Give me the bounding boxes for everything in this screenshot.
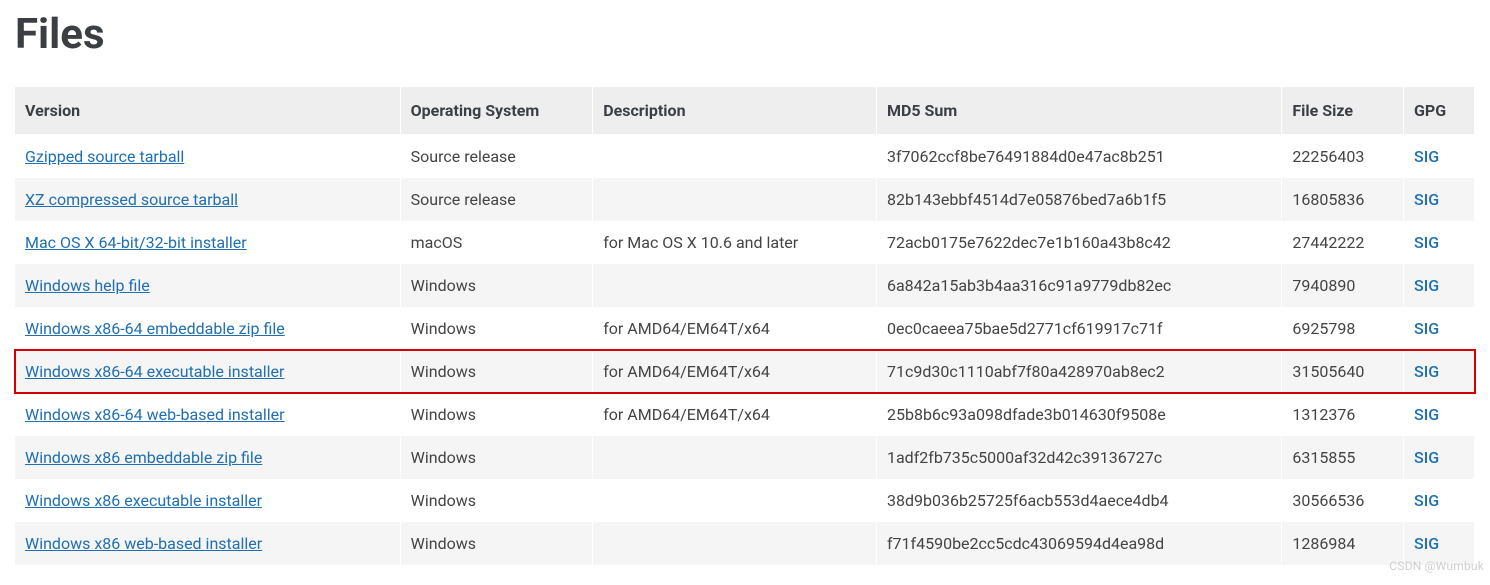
md5-cell: 71c9d30c1110abf7f80a428970ab8ec2 — [876, 350, 1281, 393]
sig-link[interactable]: SIG — [1414, 276, 1439, 295]
md5-cell: 38d9b036b25725f6acb553d4aece4db4 — [876, 479, 1281, 522]
table-row: Gzipped source tarball Source release 3f70… — [15, 135, 1475, 179]
filesize-cell: 16805836 — [1282, 178, 1404, 221]
description-cell: for AMD64/EM64T/x64 — [593, 393, 877, 436]
version-link[interactable]: Windows x86-64 executable installer — [25, 362, 284, 381]
table-row: Windows x86-64 web-based installer Window… — [15, 393, 1475, 436]
description-cell: for Mac OS X 10.6 and later — [593, 221, 877, 264]
filesize-cell: 1286984 — [1282, 522, 1404, 565]
col-header-size: File Size — [1282, 87, 1404, 135]
table-row: Windows x86-64 executable installer Windo… — [15, 350, 1475, 393]
description-cell — [593, 135, 877, 179]
filesize-cell: 7940890 — [1282, 264, 1404, 307]
col-header-gpg: GPG — [1404, 87, 1475, 135]
version-link[interactable]: Windows x86 web-based installer — [25, 534, 262, 553]
description-cell — [593, 479, 877, 522]
table-row: Windows x86 executable installer Windows 3… — [15, 479, 1475, 522]
description-cell — [593, 264, 877, 307]
os-cell: Windows — [400, 350, 593, 393]
os-cell: macOS — [400, 221, 593, 264]
watermark: CSDN @Wumbuk — [1389, 559, 1484, 573]
md5-cell: 1adf2fb735c5000af32d42c39136727c — [876, 436, 1281, 479]
os-cell: Windows — [400, 522, 593, 565]
col-header-os: Operating System — [400, 87, 593, 135]
version-link[interactable]: XZ compressed source tarball — [25, 190, 238, 209]
version-link[interactable]: Windows help file — [25, 276, 150, 295]
version-link[interactable]: Gzipped source tarball — [25, 147, 184, 166]
col-header-version: Version — [15, 87, 400, 135]
sig-link[interactable]: SIG — [1414, 233, 1439, 252]
version-link[interactable]: Mac OS X 64-bit/32-bit installer — [25, 233, 247, 252]
page-title: Files — [15, 10, 1475, 59]
sig-link[interactable]: SIG — [1414, 448, 1439, 467]
table-row: Windows x86 web-based installer Windows f7… — [15, 522, 1475, 565]
md5-cell: 25b8b6c93a098dfade3b014630f9508e — [876, 393, 1281, 436]
table-row: XZ compressed source tarball Source relea… — [15, 178, 1475, 221]
md5-cell: 6a842a15ab3b4aa316c91a9779db82ec — [876, 264, 1281, 307]
table-row: Mac OS X 64-bit/32-bit installer macOSfor… — [15, 221, 1475, 264]
filesize-cell: 22256403 — [1282, 135, 1404, 179]
table-row: Windows x86-64 embeddable zip file Window… — [15, 307, 1475, 350]
sig-link[interactable]: SIG — [1414, 534, 1439, 553]
os-cell: Windows — [400, 393, 593, 436]
filesize-cell: 6925798 — [1282, 307, 1404, 350]
description-cell — [593, 178, 877, 221]
col-header-desc: Description — [593, 87, 877, 135]
sig-link[interactable]: SIG — [1414, 362, 1439, 381]
filesize-cell: 1312376 — [1282, 393, 1404, 436]
table-row: Windows help file Windows 6a842a15ab3b4aa3… — [15, 264, 1475, 307]
md5-cell: 82b143ebbf4514d7e05876bed7a6b1f5 — [876, 178, 1281, 221]
version-link[interactable]: Windows x86 embeddable zip file — [25, 448, 262, 467]
version-link[interactable]: Windows x86-64 embeddable zip file — [25, 319, 285, 338]
filesize-cell: 30566536 — [1282, 479, 1404, 522]
os-cell: Windows — [400, 264, 593, 307]
md5-cell: 72acb0175e7622dec7e1b160a43b8c42 — [876, 221, 1281, 264]
sig-link[interactable]: SIG — [1414, 405, 1439, 424]
table-row: Windows x86 embeddable zip file Windows 1a… — [15, 436, 1475, 479]
sig-link[interactable]: SIG — [1414, 491, 1439, 510]
version-link[interactable]: Windows x86 executable installer — [25, 491, 262, 510]
os-cell: Windows — [400, 436, 593, 479]
files-table: Version Operating System Description MD5… — [15, 87, 1475, 565]
description-cell — [593, 436, 877, 479]
col-header-md5: MD5 Sum — [876, 87, 1281, 135]
description-cell: for AMD64/EM64T/x64 — [593, 307, 877, 350]
os-cell: Windows — [400, 307, 593, 350]
md5-cell: 3f7062ccf8be76491884d0e47ac8b251 — [876, 135, 1281, 179]
filesize-cell: 6315855 — [1282, 436, 1404, 479]
os-cell: Source release — [400, 178, 593, 221]
description-cell: for AMD64/EM64T/x64 — [593, 350, 877, 393]
filesize-cell: 31505640 — [1282, 350, 1404, 393]
sig-link[interactable]: SIG — [1414, 319, 1439, 338]
md5-cell: 0ec0caeea75bae5d2771cf619917c71f — [876, 307, 1281, 350]
table-header-row: Version Operating System Description MD5… — [15, 87, 1475, 135]
os-cell: Windows — [400, 479, 593, 522]
os-cell: Source release — [400, 135, 593, 179]
filesize-cell: 27442222 — [1282, 221, 1404, 264]
sig-link[interactable]: SIG — [1414, 190, 1439, 209]
description-cell — [593, 522, 877, 565]
md5-cell: f71f4590be2cc5cdc43069594d4ea98d — [876, 522, 1281, 565]
version-link[interactable]: Windows x86-64 web-based installer — [25, 405, 285, 424]
sig-link[interactable]: SIG — [1414, 147, 1439, 166]
